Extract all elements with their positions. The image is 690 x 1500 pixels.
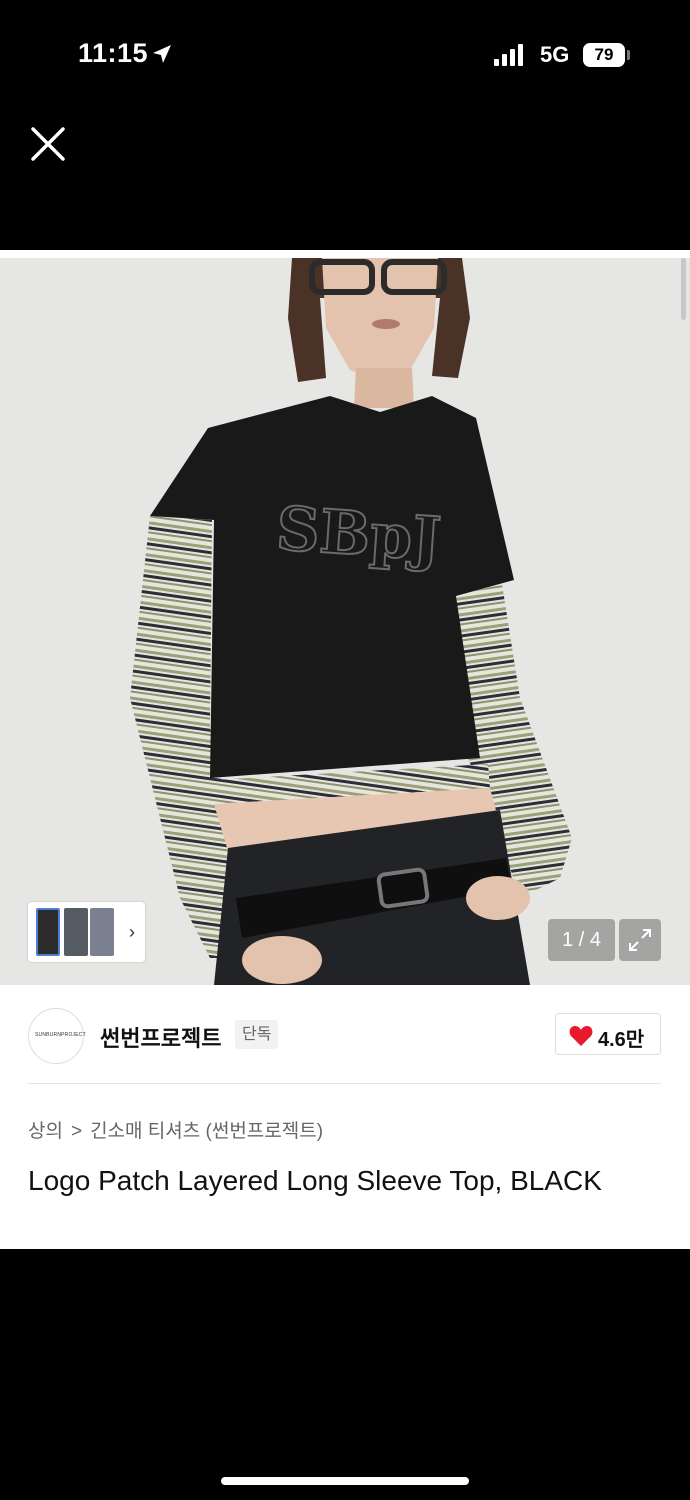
chevron-right-icon[interactable]: › — [129, 922, 135, 943]
brand-logo[interactable]: SUNBURNPROJECT — [28, 1008, 86, 1064]
like-count: 4.6만 — [598, 1029, 645, 1051]
brand-logo-text: SUNBURNPROJECT — [35, 1032, 86, 1038]
location-arrow-icon — [153, 45, 171, 63]
expand-icon — [629, 929, 651, 951]
breadcrumb-separator: > — [70, 1121, 83, 1142]
product-image-gallery[interactable]: SBpJ › 1 / 4 — [0, 258, 690, 985]
thumbnail-1[interactable] — [36, 908, 60, 956]
battery-indicator: 79 — [583, 43, 625, 67]
thumbnail-3[interactable] — [90, 908, 114, 956]
close-icon[interactable] — [30, 126, 66, 162]
image-page-counter: 1 / 4 — [548, 919, 615, 961]
network-type: 5G — [540, 42, 570, 67]
product-title: Logo Patch Layered Long Sleeve Top, BLAC… — [28, 1165, 602, 1196]
heart-icon — [569, 1026, 593, 1046]
thumbnail-2[interactable] — [64, 908, 88, 956]
sheet-top-edge — [0, 250, 690, 258]
exclusive-badge: 단독 — [235, 1020, 279, 1049]
breadcrumb: 상의 > 긴소매 티셔츠 (썬번프로젝트) — [28, 1116, 323, 1143]
scroll-indicator[interactable] — [681, 258, 686, 320]
home-indicator[interactable] — [221, 1477, 469, 1485]
product-details: SUNBURNPROJECT 썬번프로젝트 단독 4.6만 상의 > 긴소매 티셔츠… — [0, 985, 690, 1249]
breadcrumb-subcategory[interactable]: 긴소매 티셔츠 (썬번프로젝트) — [90, 1116, 323, 1143]
battery-tip — [627, 50, 630, 60]
breadcrumb-category[interactable]: 상의 — [28, 1116, 63, 1143]
svg-text:SBpJ: SBpJ — [274, 494, 443, 575]
status-bar: 11:15 5G 79 — [0, 0, 690, 110]
expand-button[interactable] — [619, 919, 661, 961]
divider — [28, 1083, 661, 1084]
like-button[interactable]: 4.6만 — [555, 1013, 661, 1055]
brand-name[interactable]: 썬번프로젝트 — [100, 1021, 221, 1053]
product-photo: SBpJ — [0, 258, 690, 985]
status-time: 11:15 — [78, 38, 149, 68]
signal-icon — [494, 44, 523, 66]
thumbnail-strip[interactable]: › — [28, 902, 145, 962]
